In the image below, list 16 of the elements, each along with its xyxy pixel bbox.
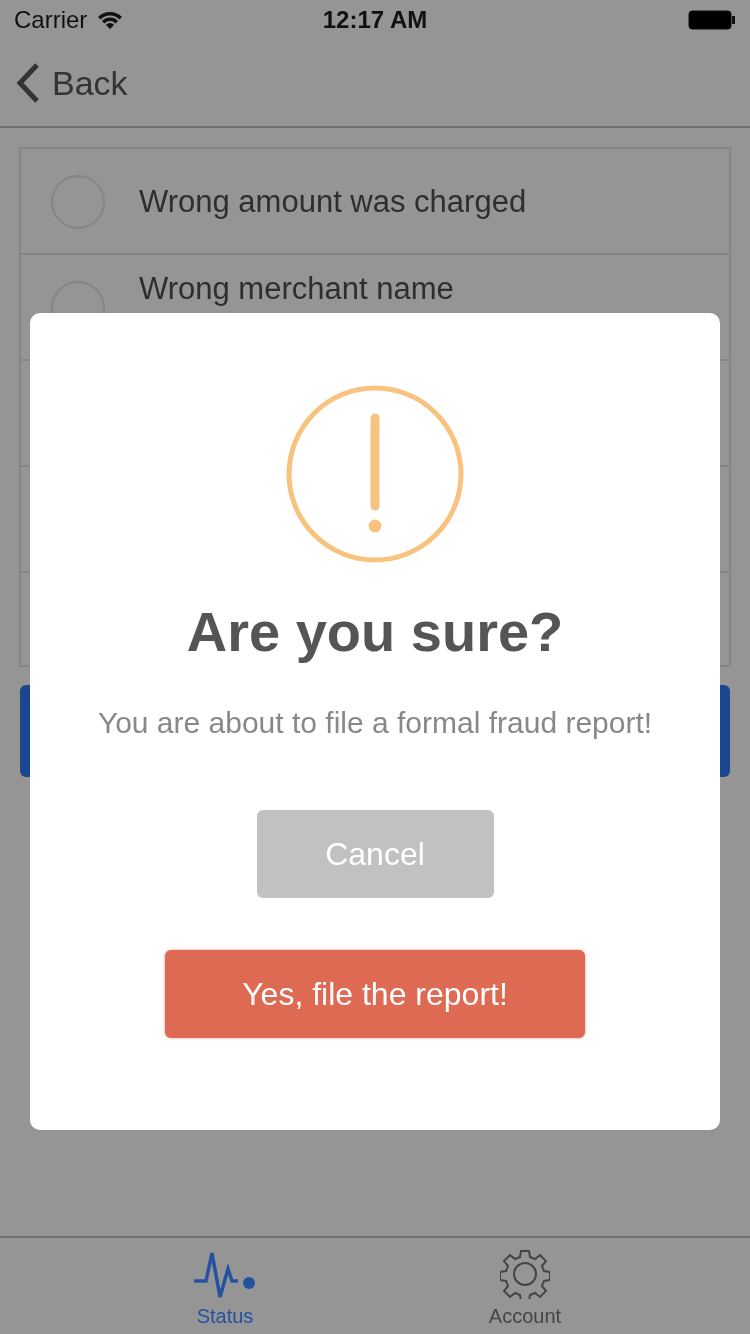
back-button[interactable]: Back: [16, 63, 128, 103]
chevron-left-icon: [16, 63, 40, 103]
confirm-button[interactable]: Yes, file the report!: [165, 950, 585, 1038]
dialog-title: Are you sure?: [186, 599, 564, 664]
option-label: Wrong merchant name: [139, 271, 454, 307]
warning-icon: [286, 385, 464, 563]
option-label: Wrong amount was charged: [139, 184, 527, 220]
status-time: 12:17 AM: [322, 6, 428, 34]
wifi-icon: [97, 10, 124, 30]
tab[interactable]: Account: [375, 1238, 675, 1334]
dialog-message: You are about to file a formal fraud report!: [97, 706, 653, 740]
tab[interactable]: Status: [75, 1238, 375, 1334]
gear-icon: [500, 1249, 550, 1299]
battery-icon: [688, 10, 736, 30]
carrier-label: Carrier: [14, 6, 88, 34]
cancel-button[interactable]: Cancel: [256, 810, 494, 898]
